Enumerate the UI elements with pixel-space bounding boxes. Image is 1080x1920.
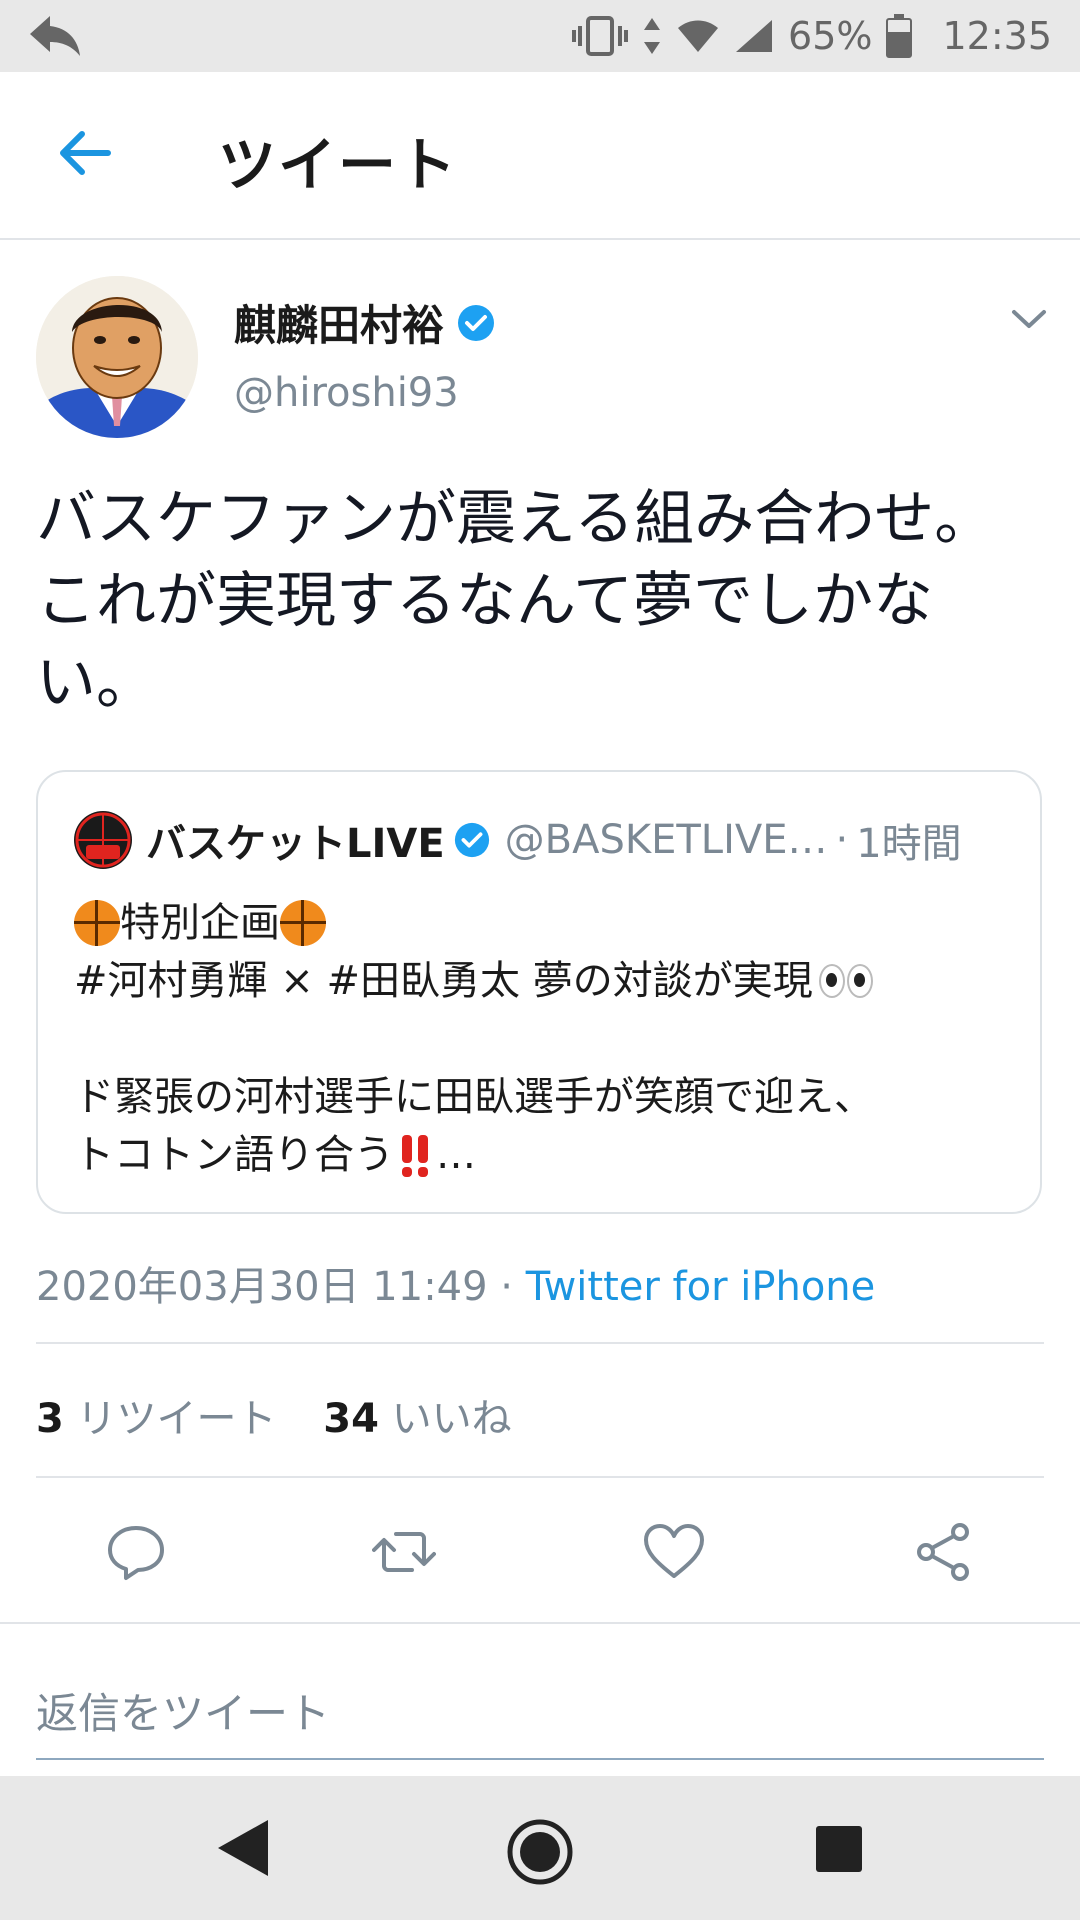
status-bar: 65% 12:35 — [0, 0, 1080, 72]
vibrate-icon — [572, 16, 629, 56]
retweet-stat[interactable]: 3 リツイート — [36, 1396, 277, 1442]
quoted-line-4: トコトン語り合う … — [74, 1126, 1014, 1184]
quoted-line-1: 特別企画 — [74, 894, 1014, 952]
like-stat[interactable]: 34 いいね — [323, 1396, 511, 1442]
data-arrows-icon — [644, 18, 661, 54]
wifi-icon — [678, 20, 719, 52]
battery-percent: 65% — [788, 14, 873, 58]
author-name: 麒麟田村裕 — [234, 301, 445, 350]
quoted-tweet-body: 特別企画 #河村勇輝 × #田臥勇太 夢の対談が実現 ド緊張の河村選手に田臥選手… — [74, 894, 1014, 1184]
like-label: いいね — [391, 1396, 512, 1442]
double-exclamation-icon — [398, 1133, 432, 1177]
verified-badge-icon — [454, 822, 489, 858]
page-title: ツイート — [218, 131, 459, 199]
verified-badge-icon — [458, 304, 495, 341]
basketlive-logo-icon — [74, 811, 132, 869]
nav-recents-icon[interactable] — [816, 1826, 862, 1872]
retweet-count: 3 — [36, 1396, 64, 1442]
status-icons: 65% 12:35 — [572, 0, 1052, 72]
quoted-line-2-text: #河村勇輝 × #田臥勇太 夢の対談が実現 — [74, 958, 813, 1004]
avatar[interactable] — [36, 276, 198, 438]
tweet-text: バスケファンが震える組み合わせ。これが実現するなんて夢でしかない。 — [36, 484, 995, 718]
divider — [0, 1622, 1080, 1624]
battery-icon — [886, 14, 913, 58]
retweet-label: リツイート — [76, 1396, 277, 1442]
quoted-blank-line — [74, 1010, 1014, 1068]
retweet-icon[interactable] — [372, 1520, 436, 1584]
quoted-line-2: #河村勇輝 × #田臥勇太 夢の対談が実現 — [74, 952, 1014, 1010]
quoted-line-1-text: 特別企画 — [120, 900, 280, 946]
back-arrow-icon[interactable] — [56, 124, 114, 182]
eyes-icon — [818, 964, 873, 998]
like-count: 34 — [323, 1396, 379, 1442]
quoted-tweet-card[interactable]: バスケットLIVE @BASKETLIVE… · 1時間 特別企画 #河村勇輝 … — [36, 770, 1042, 1214]
reply-input-underline — [36, 1758, 1044, 1760]
quoted-line-3-text: ド緊張の河村選手に田臥選手が笑顔で迎え、 — [74, 1074, 874, 1120]
reply-input[interactable]: 返信をツイート — [36, 1680, 330, 1741]
quoted-tweet-time: 1時間 — [856, 821, 962, 867]
quoted-line-3: ド緊張の河村選手に田臥選手が笑顔で迎え、 — [74, 1068, 1014, 1126]
separator-dot: · — [835, 817, 849, 863]
system-nav-bar — [0, 1776, 1080, 1920]
clock: 12:35 — [942, 14, 1052, 58]
basketball-icon — [74, 900, 120, 946]
tweet-stats: 3 リツイート 34 いいね — [36, 1386, 512, 1444]
nav-back-icon[interactable] — [214, 1818, 272, 1878]
quoted-line-4-text: トコトン語り合う — [74, 1132, 394, 1178]
quoted-ellipsis: … — [436, 1132, 476, 1178]
reply-icon[interactable] — [104, 1520, 168, 1584]
quoted-tweet-header: バスケットLIVE @BASKETLIVE… · 1時間 — [74, 810, 1010, 870]
author-name-row[interactable]: 麒麟田村裕 — [234, 292, 496, 353]
quoted-author-name: バスケットLIVE — [146, 821, 445, 867]
author-handle[interactable]: @hiroshi93 — [234, 370, 459, 416]
app-header: ツイート — [0, 72, 1080, 240]
divider — [36, 1476, 1044, 1478]
divider — [36, 1342, 1044, 1344]
tweet-source-link[interactable]: Twitter for iPhone — [526, 1264, 876, 1310]
heart-icon[interactable] — [642, 1520, 706, 1584]
quoted-author-handle: @BASKETLIVE… — [504, 817, 828, 863]
tweet-meta: 2020年03月30日 11:49 · Twitter for iPhone — [36, 1254, 875, 1312]
separator-dot: · — [487, 1264, 526, 1310]
tweet-actions — [0, 1510, 1080, 1590]
chevron-down-icon[interactable] — [1010, 306, 1048, 332]
signal-icon — [736, 20, 773, 52]
basketball-icon — [280, 900, 326, 946]
avatar-illustration — [36, 276, 198, 438]
share-icon[interactable] — [912, 1520, 976, 1584]
tweet-timestamp: 2020年03月30日 11:49 — [36, 1264, 488, 1310]
nav-home-icon[interactable] — [506, 1818, 574, 1886]
reply-arrow-icon — [30, 16, 80, 56]
